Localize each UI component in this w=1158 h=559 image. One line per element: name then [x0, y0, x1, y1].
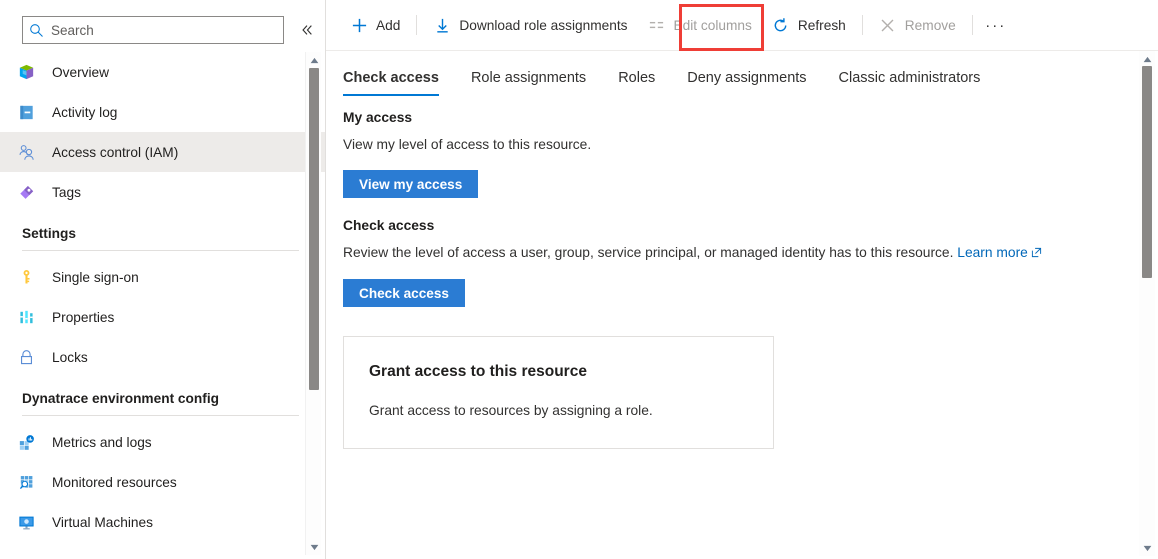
scroll-up-icon[interactable] — [1139, 51, 1155, 67]
tab-label: Deny assignments — [687, 70, 807, 86]
sidebar-item-locks[interactable]: Locks — [0, 337, 325, 377]
sidebar-item-properties[interactable]: Properties — [0, 297, 325, 337]
sidebar-group-title: Settings — [22, 226, 76, 241]
properties-icon — [16, 307, 36, 327]
search-input[interactable] — [49, 17, 283, 43]
tab-label: Role assignments — [470, 70, 587, 86]
sidebar-item-virtual-machines[interactable]: Virtual Machines — [0, 502, 325, 542]
scroll-up-icon[interactable] — [306, 52, 322, 68]
grant-access-card[interactable]: Grant access to this resource Grant acce… — [343, 336, 774, 449]
sidebar-item-label: Activity log — [52, 104, 118, 120]
collapse-menu-icon[interactable] — [296, 19, 318, 41]
command-bar: Add Download role assignments Edit colum… — [326, 0, 1158, 51]
tab-deny-assignments[interactable]: Deny assignments — [687, 70, 806, 96]
sidebar-item-overview[interactable]: Overview — [0, 52, 325, 92]
sidebar-item-monitored-resources[interactable]: Monitored resources — [0, 462, 325, 502]
sidebar-item-single-sign-on[interactable]: Single sign-on — [0, 257, 325, 297]
azure-portal-iam-blade: Overview Activity log — [0, 0, 1158, 559]
sidebar-item-metrics-and-logs[interactable]: Metrics and logs — [0, 422, 325, 462]
check-access-title: Check access — [343, 218, 435, 233]
sidebar-item-label: Single sign-on — [52, 269, 139, 285]
download-role-assignments-button[interactable]: Download role assignments — [423, 9, 637, 41]
view-my-access-button[interactable]: View my access — [343, 170, 479, 198]
edit-columns-button: Edit columns — [638, 9, 762, 41]
grant-access-card-description: Grant access to resources by assigning a… — [369, 403, 653, 418]
sidebar-group-settings: Settings — [0, 226, 325, 251]
sidebar-search-row — [0, 0, 325, 48]
search-icon — [23, 17, 49, 43]
metrics-logs-icon — [16, 432, 36, 452]
main-panel: Add Download role assignments Edit colum… — [326, 0, 1158, 559]
tab-role-assignments[interactable]: Role assignments — [471, 70, 586, 96]
access-control-icon — [16, 142, 36, 162]
edit-columns-icon — [648, 16, 666, 34]
scroll-down-icon[interactable] — [306, 539, 322, 555]
lock-icon — [16, 347, 36, 367]
sidebar-group-title: Dynatrace environment config — [22, 391, 219, 406]
sidebar-item-label: Monitored resources — [52, 474, 177, 490]
iam-tabs: Check access Role assignments Roles Deny… — [343, 51, 1158, 96]
resource-menu-sidebar: Overview Activity log — [0, 0, 326, 559]
content-area: Check access Role assignments Roles Deny… — [326, 51, 1158, 559]
scrollbar-thumb[interactable] — [309, 68, 319, 390]
learn-more-link[interactable]: Learn more — [957, 245, 1028, 260]
sidebar-item-label: Locks — [52, 349, 88, 365]
tag-icon — [16, 182, 36, 202]
remove-button: Remove — [869, 9, 966, 41]
more-commands-label: ··· — [985, 16, 1007, 34]
main-scrollbar[interactable] — [1139, 51, 1155, 556]
activity-log-icon — [16, 102, 36, 122]
edit-columns-label: Edit columns — [673, 17, 752, 33]
separator — [861, 15, 863, 35]
my-access-title: My access — [343, 110, 413, 125]
refresh-icon — [772, 16, 790, 34]
virtual-machines-icon — [16, 512, 36, 532]
key-icon — [16, 267, 36, 287]
check-access-button[interactable]: Check access — [343, 279, 465, 307]
grant-access-card-title: Grant access to this resource — [369, 363, 587, 380]
separator — [416, 15, 418, 35]
tab-check-access[interactable]: Check access — [343, 70, 439, 96]
check-access-description-text: Review the level of access a user, group… — [343, 245, 958, 260]
add-button-label: Add — [376, 17, 401, 33]
sidebar-item-tags[interactable]: Tags — [0, 172, 325, 212]
cube-icon — [16, 62, 36, 82]
scrollbar-thumb[interactable] — [1142, 66, 1152, 278]
add-button[interactable]: Add — [340, 9, 410, 41]
search-box[interactable] — [22, 16, 284, 44]
check-access-description: Review the level of access a user, group… — [343, 242, 1119, 264]
remove-button-label: Remove — [904, 17, 956, 33]
sidebar-nav-list: Overview Activity log Access control (IA… — [0, 52, 325, 559]
download-button-label: Download role assignments — [459, 17, 628, 33]
refresh-button-label: Refresh — [797, 17, 846, 33]
tab-label: Classic administrators — [838, 70, 981, 86]
sidebar-item-label: Virtual Machines — [52, 514, 153, 530]
tab-classic-administrators[interactable]: Classic administrators — [839, 70, 981, 96]
sidebar-scrollbar[interactable] — [305, 52, 321, 555]
more-commands-button[interactable]: ··· — [979, 9, 1013, 41]
download-icon — [433, 16, 451, 34]
plus-icon — [350, 16, 368, 34]
sidebar-group-dynatrace: Dynatrace environment config — [0, 391, 325, 416]
scroll-down-icon[interactable] — [1139, 540, 1155, 556]
my-access-description: View my level of access to this resource… — [343, 137, 592, 152]
tab-roles[interactable]: Roles — [618, 70, 655, 96]
sidebar-item-label: Overview — [52, 64, 110, 80]
refresh-button[interactable]: Refresh — [762, 9, 856, 41]
my-access-section: My access View my level of access to thi… — [343, 96, 1158, 198]
sidebar-item-label: Tags — [52, 184, 81, 200]
sidebar-item-label: Metrics and logs — [52, 434, 152, 450]
monitored-resources-icon — [16, 472, 36, 492]
sidebar-item-label: Properties — [52, 309, 115, 325]
sidebar-item-access-control-iam[interactable]: Access control (IAM) — [0, 132, 325, 172]
tab-label: Roles — [618, 70, 656, 86]
separator — [971, 15, 973, 35]
sidebar-item-activity-log[interactable]: Activity log — [0, 92, 325, 132]
external-link-icon — [1031, 243, 1042, 264]
close-icon — [879, 16, 897, 34]
sidebar-item-label: Access control (IAM) — [52, 144, 179, 160]
tab-label: Check access — [343, 70, 439, 86]
check-access-section: Check access Review the level of access … — [343, 198, 1158, 307]
